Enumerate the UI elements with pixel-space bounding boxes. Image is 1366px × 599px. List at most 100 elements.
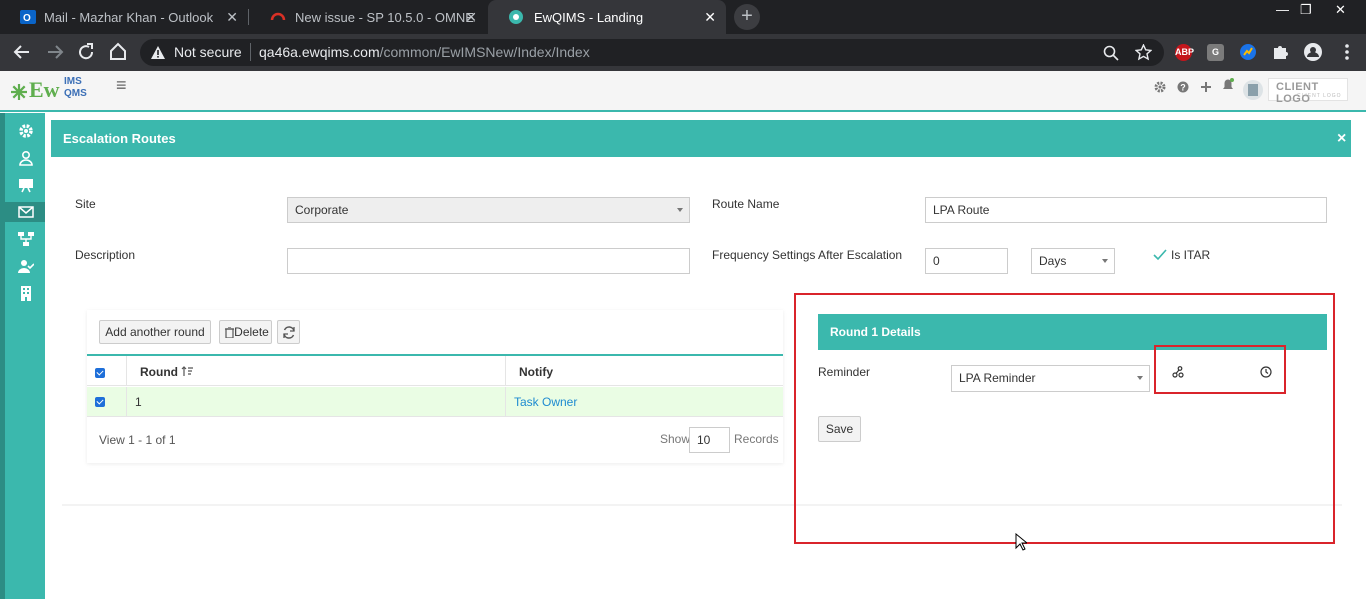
rounds-grid: Add another round Delete Round Notify 1 … <box>87 310 783 463</box>
add-icon[interactable] <box>1200 81 1212 93</box>
back-icon[interactable] <box>12 43 32 61</box>
left-sidebar <box>0 113 45 599</box>
client-logo-subtext: CLIENT LOGO <box>1297 93 1342 99</box>
refresh-button[interactable] <box>277 320 300 344</box>
browser-tab-title: EwQIMS - Landing <box>534 9 644 25</box>
extension-chart-icon[interactable] <box>1239 43 1257 61</box>
round-column-header[interactable]: Round <box>140 365 178 379</box>
extensions-puzzle-icon[interactable] <box>1271 43 1289 61</box>
panel-close-icon[interactable]: × <box>1337 130 1346 148</box>
route-name-input[interactable]: LPA Route <box>925 197 1327 223</box>
panel-title: Escalation Routes <box>63 131 176 146</box>
browser-tab-outlook[interactable]: O Mail - Mazhar Khan - Outlook ✕ <box>0 0 248 34</box>
description-label: Description <box>75 248 136 262</box>
round-cell: 1 <box>135 395 142 409</box>
route-name-value: LPA Route <box>933 203 990 217</box>
logo-ims: IMS <box>64 76 82 87</box>
select-all-checkbox[interactable] <box>95 368 105 378</box>
address-bar[interactable]: Not secure qa46a.ewqims.com/common/EwIMS… <box>140 39 1164 66</box>
sidebar-workflow-icon[interactable] <box>18 231 34 247</box>
settings-gear-icon[interactable] <box>1154 81 1166 93</box>
grid-column-divider <box>505 387 506 417</box>
panel-header: Escalation Routes <box>51 120 1351 157</box>
minimize-icon[interactable]: — <box>1276 2 1289 17</box>
browser-tab-ewqims[interactable]: EwQIMS - Landing ✕ <box>488 0 726 34</box>
frequency-unit-value: Days <box>1039 254 1067 268</box>
trash-icon <box>225 327 234 338</box>
sidebar-presentation-icon[interactable] <box>18 177 34 193</box>
extension-g-icon[interactable]: G <box>1207 44 1224 61</box>
itar-label: Is ITAR <box>1171 248 1211 262</box>
itar-check-icon[interactable] <box>1153 249 1167 261</box>
add-round-button[interactable]: Add another round <box>99 320 211 344</box>
sidebar-rail <box>0 113 5 599</box>
help-icon[interactable]: ? <box>1177 81 1189 93</box>
page-size-input[interactable]: 10 <box>689 427 730 453</box>
sidebar-building-icon[interactable] <box>18 285 34 301</box>
sidebar-user-check-icon[interactable] <box>18 258 34 274</box>
reload-icon[interactable] <box>77 43 95 61</box>
url-host: qa46a.ewqims.com <box>259 44 380 60</box>
ewqims-logo[interactable]: Ew IMS QMS <box>10 75 90 105</box>
logo-qms: QMS <box>64 88 87 99</box>
browser-tab-new-issue[interactable]: New issue - SP 10.5.0 - OMNEX I ✕ <box>249 0 487 34</box>
page-size-value: 10 <box>697 433 711 447</box>
close-tab-icon[interactable]: ✕ <box>226 9 238 26</box>
chevron-down-icon <box>677 208 683 212</box>
warning-icon <box>151 46 165 59</box>
zoom-icon[interactable] <box>1103 45 1119 61</box>
svg-text:O: O <box>23 13 31 24</box>
mouse-cursor-icon <box>1015 533 1027 551</box>
site-select[interactable]: Corporate <box>287 197 690 223</box>
url-path: /common/EwIMSNew/Index/Index <box>379 44 590 60</box>
notify-column-header[interactable]: Notify <box>519 365 553 379</box>
grid-column-divider <box>505 356 506 386</box>
hamburger-menu-icon[interactable]: ≡ <box>116 75 127 96</box>
home-icon[interactable] <box>108 42 128 61</box>
notify-cell-link[interactable]: Task Owner <box>514 395 577 409</box>
profile-icon[interactable] <box>1303 42 1323 62</box>
frequency-value: 0 <box>933 254 940 268</box>
highlight-box-reminder-actions <box>1154 345 1286 394</box>
sort-icon[interactable] <box>181 366 193 377</box>
grid-column-divider <box>126 387 127 417</box>
notification-bell-icon[interactable] <box>1221 77 1235 93</box>
app-header: Ew IMS QMS ≡ ? CLIENT LOGO CLIENT LOGO <box>0 71 1366 112</box>
window-close-icon[interactable]: ✕ <box>1335 2 1346 18</box>
new-tab-button[interactable]: + <box>734 4 760 30</box>
forward-icon[interactable] <box>45 43 65 61</box>
highlight-box-round-details <box>794 293 1335 544</box>
sidebar-settings-icon[interactable] <box>18 123 34 139</box>
sidebar-user-icon[interactable] <box>18 150 34 166</box>
pager-summary: View 1 - 1 of 1 <box>99 433 176 447</box>
close-tab-icon[interactable]: ✕ <box>704 9 716 26</box>
logo-star-icon <box>11 84 27 100</box>
description-input[interactable] <box>287 248 690 274</box>
ewqims-favicon-icon <box>509 10 523 24</box>
browser-menu-icon[interactable] <box>1343 43 1351 61</box>
headset-icon <box>270 12 286 21</box>
client-logo: CLIENT LOGO CLIENT LOGO <box>1268 78 1348 105</box>
frequency-unit-select[interactable]: Days <box>1031 248 1115 274</box>
refresh-icon <box>283 326 295 339</box>
row-checkbox[interactable] <box>95 397 105 407</box>
url-divider <box>250 43 251 61</box>
url-text[interactable]: qa46a.ewqims.com/common/EwIMSNew/Index/I… <box>259 44 590 60</box>
delete-button[interactable]: Delete <box>219 320 272 344</box>
grid-column-divider <box>126 356 127 386</box>
browser-tab-title: New issue - SP 10.5.0 - OMNEX I <box>295 9 475 25</box>
browser-tab-strip: O Mail - Mazhar Khan - Outlook ✕ New iss… <box>0 0 1366 34</box>
close-tab-icon[interactable]: ✕ <box>465 9 477 26</box>
sidebar-mail-icon[interactable] <box>18 204 34 220</box>
site-value: Corporate <box>295 203 349 217</box>
show-label: Show <box>660 432 691 446</box>
frequency-input[interactable]: 0 <box>925 248 1008 274</box>
outlook-icon: O <box>20 10 36 24</box>
table-row[interactable]: 1 Task Owner <box>87 387 783 417</box>
chevron-down-icon <box>1102 259 1108 263</box>
restore-icon[interactable]: ❐ <box>1300 2 1312 18</box>
adblock-icon[interactable]: ABP <box>1175 44 1194 61</box>
grid-header-row: Round Notify <box>87 354 783 386</box>
user-avatar[interactable] <box>1242 79 1264 101</box>
bookmark-star-icon[interactable] <box>1135 44 1152 61</box>
